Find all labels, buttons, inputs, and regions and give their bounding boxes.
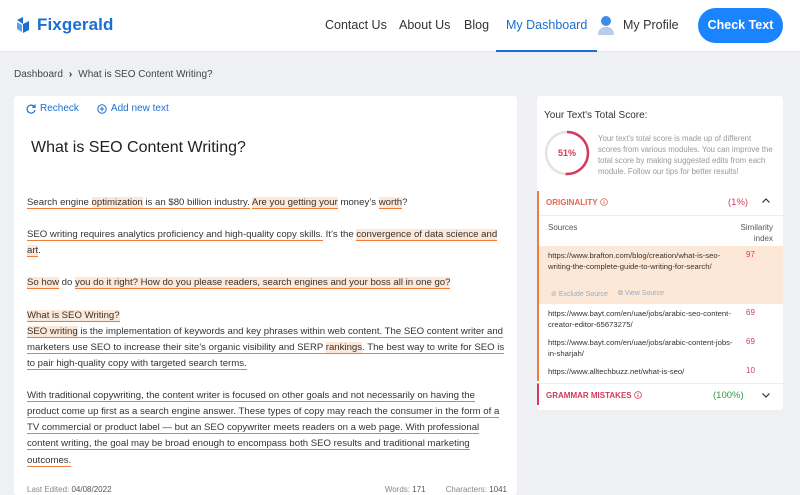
view-source-button[interactable]: ⧉ View Source: [618, 290, 664, 298]
chars-label: Characters:: [445, 485, 487, 494]
last-edited-date: 04/08/2022: [71, 485, 112, 494]
text-segment: It’s the: [322, 229, 357, 241]
text-segment[interactable]: With traditional copywriting, the conten…: [27, 390, 500, 467]
char-count: Characters: 1041: [446, 485, 507, 494]
source-url[interactable]: https://www.brafton.com/blog/creation/wh…: [548, 250, 734, 272]
text-segment[interactable]: Search engine: [27, 197, 92, 209]
view-source-label: View Source: [624, 290, 664, 297]
nav-my-dashboard[interactable]: My Dashboard: [496, 0, 598, 52]
document-title[interactable]: What is SEO Content Writing?: [31, 139, 246, 157]
nav-contact-us[interactable]: Contact Us: [325, 0, 387, 52]
text-segment: ?: [402, 197, 408, 208]
info-icon: [599, 197, 608, 206]
source-similarity: 69: [746, 308, 755, 317]
paragraph-2: SEO writing requires analytics proficien…: [27, 227, 507, 259]
document-body[interactable]: Search engine optimization is an $80 bil…: [27, 195, 507, 485]
text-segment[interactable]: is an $80 billion industry.: [145, 197, 250, 209]
originality-section: ORIGINALITY (1%) Sources Similarity inde…: [537, 191, 783, 381]
logo-icon: [17, 17, 29, 33]
chars-value: 1041: [489, 485, 507, 494]
source-similarity: 10: [746, 366, 755, 375]
logo-text: Fixgerald: [37, 15, 114, 34]
paragraph-3: So how do you do it right? How do you pl…: [27, 275, 507, 291]
grammar-header[interactable]: GRAMMAR MISTAKES (100%): [539, 384, 783, 406]
nav-about-us[interactable]: About Us: [399, 0, 450, 52]
highlighted-segment[interactable]: Are you getting your: [251, 197, 338, 209]
add-new-text-label: Add new text: [110, 103, 169, 114]
originality-label: ORIGINALITY: [546, 197, 598, 207]
score-title: Your Text's Total Score:: [544, 110, 648, 121]
chevron-up-icon[interactable]: [761, 196, 771, 206]
recheck-button[interactable]: Recheck: [26, 103, 79, 114]
grammar-label: GRAMMAR MISTAKES: [546, 390, 632, 400]
nav-blog[interactable]: Blog: [464, 0, 489, 52]
source-similarity: 69: [746, 337, 755, 346]
highlighted-segment[interactable]: optimization: [91, 197, 143, 209]
highlighted-segment[interactable]: SEO writing: [27, 325, 78, 338]
source-row[interactable]: https://www.alltechbuzz.net/what-is-seo/…: [539, 366, 783, 380]
plus-circle-icon: [97, 103, 107, 114]
source-similarity: 97: [746, 250, 755, 259]
source-row[interactable]: https://www.bayt.com/en/uae/jobs/arabic-…: [539, 336, 783, 362]
paragraph-5: With traditional copywriting, the conten…: [27, 388, 507, 468]
last-edited-label: Last Edited:: [27, 485, 70, 494]
similarity-column-header: Similarity index: [740, 223, 773, 243]
source-url[interactable]: https://www.bayt.com/en/uae/jobs/arabic-…: [548, 337, 734, 359]
source-actions: ⊘ Exclude Source ⧉ View Source: [551, 290, 664, 298]
breadcrumb-separator-icon: ›: [68, 69, 73, 80]
text-segment[interactable]: SEO writing requires analytics proficien…: [27, 229, 323, 242]
breadcrumb: Dashboard › What is SEO Content Writing?: [14, 69, 213, 80]
originality-title: ORIGINALITY: [546, 198, 608, 207]
profile-avatar-icon: [598, 16, 614, 35]
refresh-icon: [26, 104, 36, 114]
grammar-section[interactable]: GRAMMAR MISTAKES (100%): [537, 383, 783, 405]
paragraph-1: Search engine optimization is an $80 bil…: [27, 195, 507, 211]
add-new-text-button[interactable]: Add new text: [97, 103, 169, 114]
logo[interactable]: Fixgerald: [14, 15, 113, 35]
words-label: Words:: [384, 485, 411, 494]
nav-my-profile[interactable]: My Profile: [623, 0, 679, 52]
score-value: 51%: [557, 148, 576, 158]
chevron-down-icon[interactable]: [761, 390, 771, 400]
source-url[interactable]: https://www.bayt.com/en/uae/jobs/arabic-…: [548, 308, 734, 330]
source-row[interactable]: https://www.bayt.com/en/uae/jobs/arabic-…: [539, 307, 783, 333]
highlighted-segment[interactable]: worth: [378, 197, 403, 209]
originality-header[interactable]: ORIGINALITY (1%): [539, 191, 783, 213]
score-panel: Your Text's Total Score: 51% Your text's…: [537, 96, 783, 410]
divider: [539, 215, 783, 216]
text-segment: money’s: [337, 197, 379, 208]
highlighted-segment[interactable]: rankings: [325, 341, 363, 354]
breadcrumb-dashboard[interactable]: Dashboard: [14, 69, 63, 80]
breadcrumb-current: What is SEO Content Writing?: [78, 69, 213, 80]
text-segment: .: [38, 245, 41, 257]
highlighted-segment[interactable]: you do it right? How do you please reade…: [75, 277, 451, 290]
text-editor-card: Recheck Add new text What is SEO Content…: [14, 96, 517, 495]
check-text-button[interactable]: Check Text: [698, 8, 783, 43]
highlighted-segment[interactable]: So how: [27, 277, 59, 290]
top-navbar: Fixgerald Contact Us About Us Blog My Da…: [0, 0, 800, 52]
score-description: Your text's total score is made up of di…: [598, 134, 773, 176]
words-value: 171: [412, 485, 426, 494]
sources-column-header: Sources: [548, 223, 578, 232]
word-count: Words: 171: [385, 485, 426, 494]
heading-segment[interactable]: What is SEO Writing?: [27, 309, 120, 322]
grammar-title: GRAMMAR MISTAKES: [546, 391, 642, 400]
source-row[interactable]: https://www.brafton.com/blog/creation/wh…: [539, 246, 783, 304]
source-url[interactable]: https://www.alltechbuzz.net/what-is-seo/: [548, 366, 734, 377]
paragraph-4: What is SEO Writing? SEO writing is the i…: [27, 308, 507, 372]
exclude-source-button[interactable]: ⊘ Exclude Source: [551, 290, 608, 298]
exclude-source-label: Exclude Source: [558, 291, 608, 298]
text-segment: do: [59, 277, 76, 289]
info-icon: [634, 390, 642, 399]
originality-value: (1%): [728, 196, 749, 208]
recheck-label: Recheck: [40, 103, 79, 114]
editor-footer: Last Edited: 04/08/2022 Words: 171 Chara…: [27, 485, 507, 494]
editor-toolbar: Recheck Add new text: [26, 103, 169, 114]
grammar-value: (100%): [713, 389, 744, 401]
